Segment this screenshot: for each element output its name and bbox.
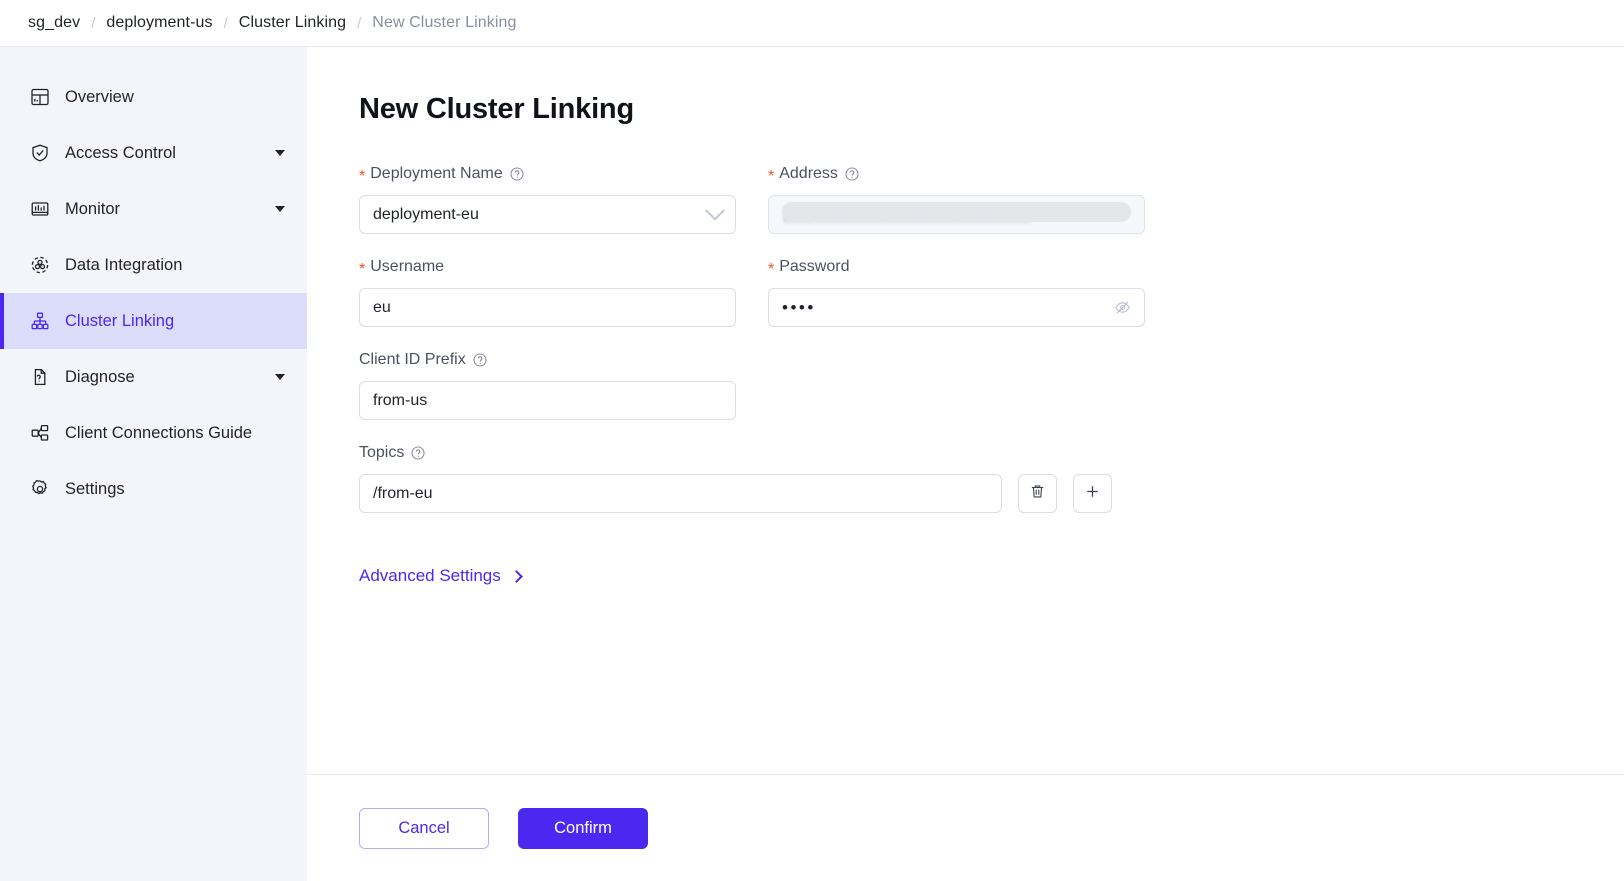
address-input[interactable]: xxxx.xxxxx.xxx.xxxxxxxxx.xxxxxxxxxx [768, 195, 1145, 234]
app-root: sg_dev / deployment-us / Cluster Linking… [0, 0, 1624, 881]
field-topics: Topics /from-eu [359, 443, 1624, 513]
field-label: Topics [359, 443, 1624, 463]
form-container: New Cluster Linking * Deployment Name de… [307, 47, 1624, 774]
sidebar-item-label: Client Connections Guide [65, 423, 253, 442]
gear-icon [29, 478, 51, 500]
sidebar-item-overview[interactable]: Overview [0, 69, 307, 125]
field-label: Client ID Prefix [359, 350, 736, 370]
required-asterisk: * [768, 168, 775, 185]
field-username: * Username eu [359, 257, 736, 327]
breadcrumb-separator: / [223, 14, 228, 32]
sidebar-item-diagnose[interactable]: Diagnose [0, 349, 307, 405]
sidebar-item-cluster-linking[interactable]: Cluster Linking [0, 293, 307, 349]
trash-icon [1029, 483, 1046, 505]
eye-off-icon[interactable] [1114, 299, 1131, 316]
help-icon[interactable] [473, 353, 487, 367]
breadcrumb-item-3: New Cluster Linking [372, 14, 517, 31]
topic-value: /from-eu [373, 484, 433, 502]
field-label: * Deployment Name [359, 164, 736, 185]
required-asterisk: * [768, 261, 775, 278]
breadcrumb-item-0[interactable]: sg_dev [28, 14, 80, 32]
chevron-down-icon[interactable] [275, 374, 285, 380]
sidebar-item-label: Monitor [65, 199, 121, 218]
sidebar-item-label: Access Control [65, 143, 176, 162]
field-password: * Password •••• [768, 257, 1145, 327]
topics-row: /from-eu [359, 474, 1624, 513]
advanced-settings-label: Advanced Settings [359, 566, 501, 585]
sidebar-item-label: Settings [65, 479, 125, 498]
field-label: * Username [359, 257, 736, 278]
chevron-down-icon[interactable] [275, 206, 285, 212]
sidebar: Overview Access Control Monitor Data Int… [0, 47, 307, 881]
breadcrumb-separator: / [357, 14, 362, 32]
field-label: * Password [768, 257, 1145, 278]
plus-icon [1084, 483, 1101, 505]
label-text: Username [370, 258, 445, 275]
confirm-button[interactable]: Confirm [518, 807, 648, 849]
shield-check-icon [29, 142, 51, 164]
field-label: * Address [768, 164, 1145, 185]
breadcrumb-separator: / [91, 14, 96, 32]
required-asterisk: * [359, 261, 366, 278]
footer-actions: Cancel Confirm [307, 774, 1624, 881]
client-id-prefix-input[interactable]: from-us [359, 381, 736, 420]
help-icon[interactable] [845, 167, 859, 181]
chevron-right-icon [509, 569, 523, 583]
field-address: * Address [768, 164, 1145, 234]
help-icon[interactable] [411, 446, 425, 460]
add-topic-button[interactable] [1073, 474, 1112, 513]
file-question-icon [29, 366, 51, 388]
form-row-2: * Username eu * Password •••• [359, 257, 1624, 350]
label-text: Address [779, 165, 838, 182]
breadcrumb-item-2[interactable]: Cluster Linking [239, 14, 346, 32]
bar-chart-icon [29, 198, 51, 220]
client-id-prefix-value: from-us [373, 391, 428, 409]
delete-topic-button[interactable] [1018, 474, 1057, 513]
sidebar-item-label: Diagnose [65, 367, 135, 386]
deployment-name-select[interactable]: deployment-eu [359, 195, 736, 234]
integration-icon [29, 254, 51, 276]
password-value: •••• [782, 297, 816, 317]
help-icon[interactable] [510, 167, 524, 181]
label-text: Password [779, 258, 850, 275]
label-text: Client ID Prefix [359, 351, 466, 368]
chevron-down-icon[interactable] [705, 200, 725, 222]
label-text: Deployment Name [370, 165, 503, 182]
sidebar-item-settings[interactable]: Settings [0, 461, 307, 517]
page-title: New Cluster Linking [359, 93, 634, 125]
field-client-id-prefix: Client ID Prefix from-us [359, 350, 736, 420]
sidebar-item-data-integration[interactable]: Data Integration [0, 237, 307, 293]
sidebar-item-client-connections-guide[interactable]: Client Connections Guide [0, 405, 307, 461]
redacted-value: xxxx.xxxxx.xxx.xxxxxxxxx.xxxxxxxxxx [782, 196, 1131, 233]
label-text: Topics [359, 444, 405, 461]
cluster-link-icon [29, 310, 51, 332]
cancel-button[interactable]: Cancel [359, 807, 489, 849]
sidebar-item-label: Cluster Linking [65, 311, 175, 330]
topic-input[interactable]: /from-eu [359, 474, 1002, 513]
chevron-down-icon[interactable] [275, 150, 285, 156]
sidebar-item-monitor[interactable]: Monitor [0, 181, 307, 237]
redaction-bar [782, 202, 1131, 222]
username-value: eu [373, 298, 391, 316]
form-row-1: * Deployment Name deployment-eu * Addres… [359, 164, 1624, 257]
dashboard-icon [29, 86, 51, 108]
breadcrumb-item-1[interactable]: deployment-us [106, 14, 212, 32]
username-input[interactable]: eu [359, 288, 736, 327]
field-deployment-name: * Deployment Name deployment-eu [359, 164, 736, 234]
body-split: Overview Access Control Monitor Data Int… [0, 47, 1624, 881]
breadcrumb: sg_dev / deployment-us / Cluster Linking… [0, 0, 1624, 47]
sidebar-item-access-control[interactable]: Access Control [0, 125, 307, 181]
sidebar-item-label: Data Integration [65, 255, 183, 274]
advanced-settings-link[interactable]: Advanced Settings [359, 566, 523, 586]
deployment-name-value: deployment-eu [373, 205, 479, 223]
required-asterisk: * [359, 168, 366, 185]
sidebar-item-label: Overview [65, 87, 134, 106]
password-input[interactable]: •••• [768, 288, 1145, 327]
main-content: New Cluster Linking * Deployment Name de… [307, 47, 1624, 881]
connections-icon [29, 422, 51, 444]
